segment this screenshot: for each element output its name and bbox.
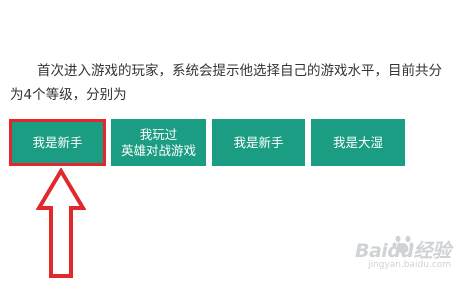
level-button-played-before[interactable]: 我玩过 英雄对战游戏 — [111, 119, 206, 166]
level-button-novice-2[interactable]: 我是新手 — [212, 119, 305, 166]
up-arrow-icon — [36, 168, 86, 278]
level-button-master[interactable]: 我是大湿 — [311, 119, 405, 166]
intro-paragraph: 首次进入游戏的玩家，系统会提示他选择自己的游戏水平，目前共分为4个等级，分别为 — [10, 63, 442, 103]
level-button-novice[interactable]: 我是新手 — [9, 119, 106, 166]
watermark-url: jingyan.baidu.com — [368, 260, 452, 270]
watermark-logo: Baidu经验 — [355, 240, 451, 262]
